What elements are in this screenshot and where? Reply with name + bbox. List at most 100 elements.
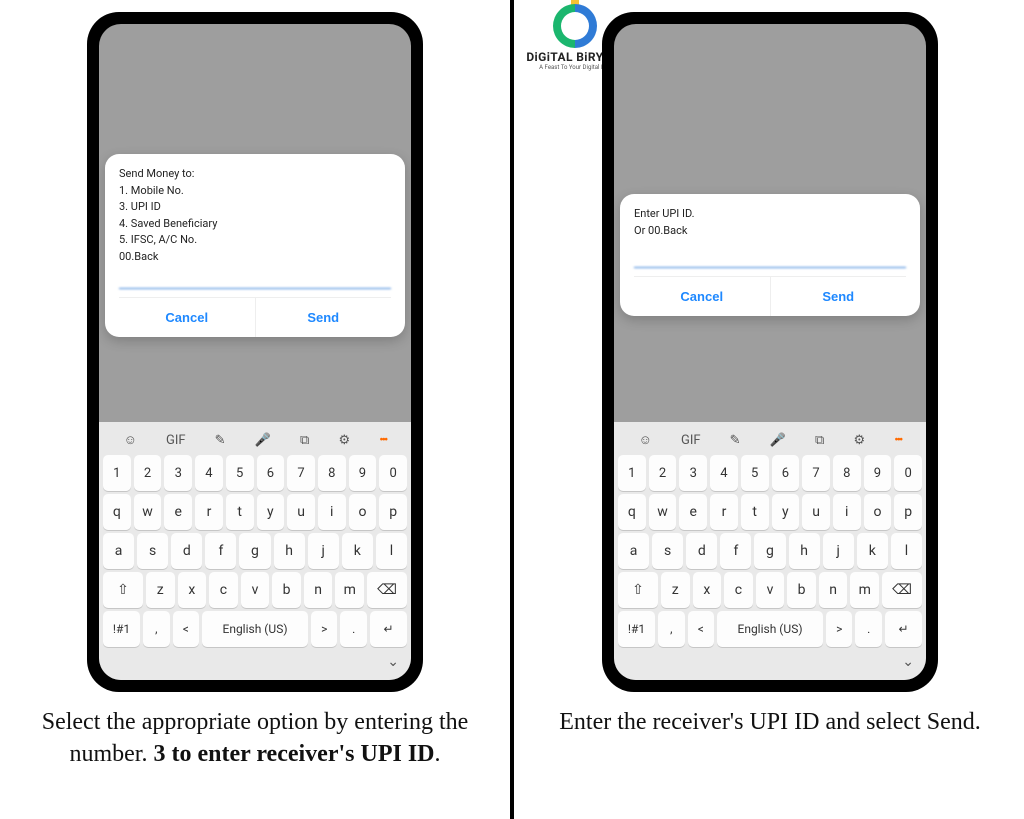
key-4[interactable]: 4 — [195, 455, 223, 491]
key-.[interactable]: . — [340, 611, 366, 647]
key-c[interactable]: c — [724, 572, 753, 608]
key-h[interactable]: h — [789, 533, 820, 569]
key-9[interactable]: 9 — [864, 455, 892, 491]
emoji-icon[interactable]: ☺ — [124, 432, 137, 448]
key-3[interactable]: 3 — [679, 455, 707, 491]
key-c[interactable]: c — [209, 572, 238, 608]
key-j[interactable]: j — [308, 533, 339, 569]
key-j[interactable]: j — [823, 533, 854, 569]
sticker-icon[interactable]: ✎ — [215, 433, 226, 448]
mic-icon[interactable]: 🎤 — [255, 433, 271, 448]
key-⇧[interactable]: ⇧ — [618, 572, 658, 608]
key-m[interactable]: m — [335, 572, 364, 608]
key-8[interactable]: 8 — [833, 455, 861, 491]
key-english (us)[interactable]: English (US) — [717, 611, 823, 647]
key-i[interactable]: i — [833, 494, 861, 530]
key-a[interactable]: a — [618, 533, 649, 569]
key-!#1[interactable]: !#1 — [618, 611, 655, 647]
key-⌫[interactable]: ⌫ — [882, 572, 922, 608]
key-<[interactable]: < — [688, 611, 714, 647]
key-i[interactable]: i — [318, 494, 346, 530]
key-v[interactable]: v — [756, 572, 785, 608]
key-↵[interactable]: ↵ — [885, 611, 922, 647]
key-5[interactable]: 5 — [741, 455, 769, 491]
key-p[interactable]: p — [379, 494, 407, 530]
key-r[interactable]: r — [195, 494, 223, 530]
key-3[interactable]: 3 — [164, 455, 192, 491]
key->[interactable]: > — [311, 611, 337, 647]
key-0[interactable]: 0 — [894, 455, 922, 491]
mic-icon[interactable]: 🎤 — [770, 433, 786, 448]
key-w[interactable]: w — [134, 494, 162, 530]
key-7[interactable]: 7 — [287, 455, 315, 491]
key-q[interactable]: q — [103, 494, 131, 530]
key-,[interactable]: , — [143, 611, 169, 647]
key-e[interactable]: e — [679, 494, 707, 530]
key-<[interactable]: < — [173, 611, 199, 647]
key-l[interactable]: l — [891, 533, 922, 569]
key-5[interactable]: 5 — [226, 455, 254, 491]
key-q[interactable]: q — [618, 494, 646, 530]
collapse-keyboard-icon[interactable]: ⌄ — [902, 654, 914, 670]
key-7[interactable]: 7 — [802, 455, 830, 491]
gif-icon[interactable]: GIF — [166, 433, 186, 448]
key-s[interactable]: s — [137, 533, 168, 569]
clipboard-icon[interactable]: ⧉ — [300, 433, 309, 448]
key-z[interactable]: z — [661, 572, 690, 608]
key-r[interactable]: r — [710, 494, 738, 530]
key-g[interactable]: g — [239, 533, 270, 569]
key-6[interactable]: 6 — [772, 455, 800, 491]
key-1[interactable]: 1 — [618, 455, 646, 491]
more-icon[interactable]: ••• — [894, 433, 901, 448]
key-g[interactable]: g — [754, 533, 785, 569]
send-button[interactable]: Send — [770, 277, 907, 316]
key-.[interactable]: . — [855, 611, 881, 647]
key-y[interactable]: y — [772, 494, 800, 530]
key-9[interactable]: 9 — [349, 455, 377, 491]
key-n[interactable]: n — [304, 572, 333, 608]
key-u[interactable]: u — [802, 494, 830, 530]
key-e[interactable]: e — [164, 494, 192, 530]
key-n[interactable]: n — [819, 572, 848, 608]
key-6[interactable]: 6 — [257, 455, 285, 491]
send-button[interactable]: Send — [255, 298, 392, 337]
key-h[interactable]: h — [274, 533, 305, 569]
key-2[interactable]: 2 — [649, 455, 677, 491]
key-p[interactable]: p — [894, 494, 922, 530]
key-f[interactable]: f — [720, 533, 751, 569]
key-s[interactable]: s — [652, 533, 683, 569]
key-k[interactable]: k — [342, 533, 373, 569]
key-↵[interactable]: ↵ — [370, 611, 407, 647]
key-m[interactable]: m — [850, 572, 879, 608]
key->[interactable]: > — [826, 611, 852, 647]
key-!#1[interactable]: !#1 — [103, 611, 140, 647]
key-v[interactable]: v — [241, 572, 270, 608]
gear-icon[interactable]: ⚙ — [853, 433, 865, 448]
key-t[interactable]: t — [741, 494, 769, 530]
key-d[interactable]: d — [686, 533, 717, 569]
dialog-input[interactable] — [119, 271, 391, 289]
key-b[interactable]: b — [787, 572, 816, 608]
clipboard-icon[interactable]: ⧉ — [815, 433, 824, 448]
gear-icon[interactable]: ⚙ — [338, 433, 350, 448]
dialog-input[interactable] — [634, 250, 906, 268]
key-b[interactable]: b — [272, 572, 301, 608]
key-,[interactable]: , — [658, 611, 684, 647]
key-0[interactable]: 0 — [379, 455, 407, 491]
key-k[interactable]: k — [857, 533, 888, 569]
cancel-button[interactable]: Cancel — [119, 298, 255, 337]
more-icon[interactable]: ••• — [379, 433, 386, 448]
key-z[interactable]: z — [146, 572, 175, 608]
key-o[interactable]: o — [864, 494, 892, 530]
key-english (us)[interactable]: English (US) — [202, 611, 308, 647]
key-o[interactable]: o — [349, 494, 377, 530]
key-l[interactable]: l — [376, 533, 407, 569]
key-⌫[interactable]: ⌫ — [367, 572, 407, 608]
collapse-keyboard-icon[interactable]: ⌄ — [387, 654, 399, 670]
key-4[interactable]: 4 — [710, 455, 738, 491]
key-⇧[interactable]: ⇧ — [103, 572, 143, 608]
key-y[interactable]: y — [257, 494, 285, 530]
key-2[interactable]: 2 — [134, 455, 162, 491]
key-8[interactable]: 8 — [318, 455, 346, 491]
key-a[interactable]: a — [103, 533, 134, 569]
